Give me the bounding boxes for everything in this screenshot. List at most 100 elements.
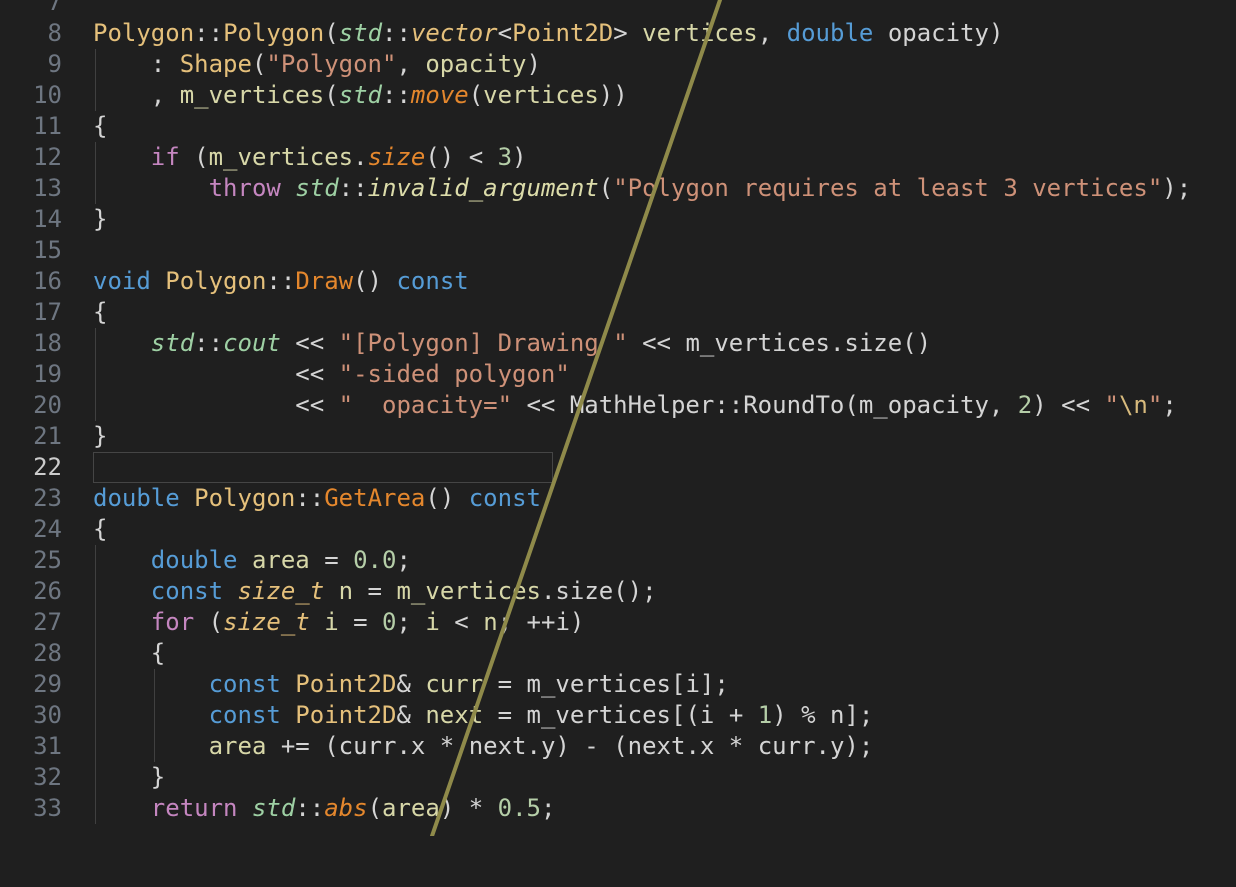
- line-code: << "-sided polygon": [93, 359, 570, 390]
- token: size_t: [237, 577, 325, 605]
- line-code: {: [93, 297, 107, 328]
- code-line[interactable]: 29 const Point2D& curr = m_vertices[i];: [0, 669, 1236, 700]
- code-line[interactable]: 20 << " opacity=" << MathHelper::RoundTo…: [0, 390, 1236, 421]
- token: next: [627, 732, 686, 760]
- token: std: [251, 794, 296, 822]
- code-line[interactable]: 7: [0, 0, 1236, 18]
- token: );: [844, 732, 874, 760]
- token: const: [150, 577, 224, 605]
- token: 0: [382, 608, 397, 636]
- token: vertices: [642, 19, 758, 47]
- code-line[interactable]: 23 double Polygon::GetArea() const: [0, 483, 1236, 514]
- code-line[interactable]: 19 << "-sided polygon": [0, 359, 1236, 390]
- token: size: [844, 329, 903, 357]
- token: next: [425, 701, 484, 729]
- token: "-sided polygon": [338, 360, 570, 388]
- token: m_vertices: [396, 577, 541, 605]
- token: &: [396, 701, 426, 729]
- line-code: Polygon::Polygon(std::vector<Point2D> ve…: [93, 18, 1003, 49]
- token: (: [367, 794, 383, 822]
- line-number: 21: [33, 422, 62, 450]
- token: Polygon: [223, 19, 325, 47]
- token: if: [150, 143, 180, 171]
- token: ();: [613, 577, 657, 605]
- token: .: [353, 143, 368, 171]
- token: ::: [714, 391, 744, 419]
- line-number: 32: [33, 763, 62, 791]
- token: Draw: [295, 267, 354, 295]
- line-code: double Polygon::GetArea() const: [93, 483, 541, 514]
- token: (): [902, 329, 932, 357]
- token: curr: [338, 732, 397, 760]
- code-line[interactable]: 32 }: [0, 762, 1236, 793]
- line-code: << " opacity=" << MathHelper::RoundTo(m_…: [93, 390, 1176, 421]
- token: ) - (: [555, 732, 628, 760]
- code-line[interactable]: 15: [0, 235, 1236, 266]
- code-line[interactable]: 11 {: [0, 111, 1236, 142]
- code-line[interactable]: 18 std::cout << "[Polygon] Drawing " << …: [0, 328, 1236, 359]
- indent-guide: [154, 669, 156, 762]
- token: <<: [512, 391, 570, 419]
- token: invalid_argument: [367, 174, 599, 202]
- token: }: [93, 205, 108, 233]
- token: Point2D: [295, 670, 397, 698]
- line-number: 8: [47, 19, 62, 47]
- code-line[interactable]: 14}: [0, 204, 1236, 235]
- token: ,: [93, 81, 180, 109]
- code-line[interactable]: 9 : Shape("Polygon", opacity): [0, 49, 1236, 80]
- token: const: [208, 701, 281, 729]
- line-number: 29: [33, 670, 62, 698]
- token: vector: [410, 19, 498, 47]
- token: 0.5: [497, 794, 541, 822]
- token: opacity: [887, 19, 989, 47]
- token: std: [150, 329, 195, 357]
- token: <: [439, 608, 484, 636]
- code-line[interactable]: 10 , m_vertices(std::move(vertices)): [0, 80, 1236, 111]
- line-number: 17: [33, 298, 62, 326]
- token: area: [382, 794, 440, 822]
- code-editor[interactable]: 7 8 Polygon::Polygon(std::vector<Point2D> …: [0, 0, 1236, 887]
- code-line[interactable]: 30 const Point2D& next = m_vertices[(i +…: [0, 700, 1236, 731]
- token: double: [150, 546, 238, 574]
- code-line[interactable]: 28 {: [0, 638, 1236, 669]
- token: ;: [396, 608, 426, 636]
- token: =: [309, 546, 354, 574]
- code-line[interactable]: 25 double area = 0.0;: [0, 545, 1236, 576]
- code-line[interactable]: 17 {: [0, 297, 1236, 328]
- token: y: [829, 732, 845, 760]
- token: }: [93, 763, 166, 791]
- token: ;: [396, 546, 411, 574]
- token: size: [367, 143, 426, 171]
- code-line[interactable]: 33 return std::abs(area) * 0.5;: [0, 793, 1236, 824]
- code-line[interactable]: 26 const size_t n = m_vertices.size();: [0, 576, 1236, 607]
- line-code: }: [93, 762, 165, 793]
- line-code: {: [93, 111, 107, 142]
- code-line[interactable]: 31 area += (curr.x * next.y) - (next.x *…: [0, 731, 1236, 762]
- line-number: 22: [33, 453, 62, 481]
- line-code: throw std::invalid_argument("Polygon req…: [93, 173, 1192, 204]
- token: Polygon: [194, 484, 296, 512]
- indent-guide: [95, 142, 96, 204]
- code-line[interactable]: 27 for (size_t i = 0; i < n; ++i): [0, 607, 1236, 638]
- code-line[interactable]: 13 throw std::invalid_argument("Polygon …: [0, 173, 1236, 204]
- code-line[interactable]: 16 void Polygon::Draw() const: [0, 266, 1236, 297]
- token: i: [555, 608, 570, 636]
- token: std: [338, 19, 383, 47]
- code-line[interactable]: 12 if (m_vertices.size() < 3): [0, 142, 1236, 173]
- indent-guide: [95, 328, 96, 421]
- code-line[interactable]: 24 {: [0, 514, 1236, 545]
- token: .: [829, 329, 845, 357]
- line-code: const size_t n = m_vertices.size();: [93, 576, 657, 607]
- code-line[interactable]: 8 Polygon::Polygon(std::vector<Point2D> v…: [0, 18, 1236, 49]
- line-code: : Shape("Polygon", opacity): [93, 49, 541, 80]
- code-line[interactable]: 21}: [0, 421, 1236, 452]
- token: {: [93, 515, 108, 543]
- token: () <: [425, 143, 498, 171]
